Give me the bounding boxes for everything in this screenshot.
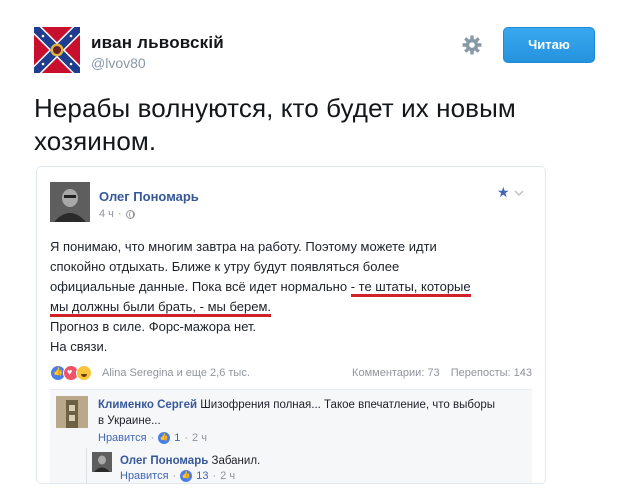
reply-author[interactable]: Олег Пономарь <box>120 455 208 467</box>
embedded-facebook-post: Олег Пономарь 4 ч · ★ Я понимаю, что мно… <box>36 166 546 484</box>
like-count-icon: 👍 <box>180 470 193 482</box>
post-line: спокойно отдыхать. Ближе к утру будут по… <box>50 259 400 274</box>
comment-body: в Украине... <box>98 415 161 427</box>
post-author-avatar[interactable] <box>50 182 90 222</box>
shares-count[interactable]: Перепосты: 143 <box>451 367 532 379</box>
highlighted-text: мы должны были брать, - мы берем. <box>50 299 272 317</box>
highlighted-text: - те штаты, которые <box>350 279 471 297</box>
like-link[interactable]: Нравится <box>98 432 147 444</box>
author-handle[interactable]: @lvov80 <box>91 55 146 71</box>
post-counts: Комментарии: 73 Перепосты: 143 <box>344 367 532 379</box>
globe-icon <box>125 209 135 219</box>
comments-count[interactable]: Комментарии: 73 <box>352 367 440 379</box>
reactions-summary[interactable]: Alina Seregina и еще 2,6 тыс. <box>102 367 250 379</box>
author-avatar[interactable] <box>34 27 80 73</box>
post-meta: 4 ч · <box>99 208 135 220</box>
reactions-icons[interactable] <box>50 365 92 381</box>
reply-text: Олег Пономарь Забанил. <box>120 453 520 469</box>
comment-body: Шизофрения полная... Такое впечатление, … <box>200 399 496 411</box>
post-line: официальные данные. Пока всё идет нормал… <box>50 277 530 297</box>
commenter-avatar[interactable] <box>56 396 88 428</box>
star-icon[interactable]: ★ <box>497 184 510 201</box>
like-link[interactable]: Нравится <box>120 470 169 482</box>
author-name[interactable]: иван львовскiй <box>91 33 224 53</box>
comment-time[interactable]: 2 ч <box>192 432 207 444</box>
like-count[interactable]: 1 <box>174 432 180 444</box>
post-line: Прогноз в силе. Форс-мажора нет. <box>50 319 257 334</box>
post-line: мы должны были брать, - мы берем. <box>50 297 530 317</box>
haha-reaction-icon <box>76 365 92 381</box>
dot-separator: · <box>117 208 122 220</box>
post-line: На связи. <box>50 339 108 354</box>
tweet-header: иван львовскiй @lvov80 Читаю <box>0 0 625 90</box>
post-time[interactable]: 4 ч <box>99 208 114 220</box>
post-stats: Alina Seregina и еще 2,6 тыс. Комментари… <box>50 365 532 383</box>
tweet-text: Нерабы волнуются, кто будет их новым хоз… <box>34 93 516 156</box>
confederate-flag-icon <box>34 27 80 73</box>
like-count-icon: 👍 <box>158 432 171 444</box>
post-author-name[interactable]: Олег Пономарь <box>99 189 199 204</box>
comment-text: Клименко Сергей Шизофрения полная... Так… <box>98 397 528 429</box>
comment-actions: Нравится · 👍 1 · 2 ч <box>98 432 207 444</box>
post-line: Я понимаю, что многим завтра на работу. … <box>50 239 437 254</box>
reply-time[interactable]: 2 ч <box>220 470 235 482</box>
reply-author-avatar[interactable] <box>92 452 112 472</box>
comment-author[interactable]: Клименко Сергей <box>98 399 197 411</box>
post-text: официальные данные. Пока всё идет нормал… <box>50 279 351 294</box>
gear-icon[interactable] <box>461 34 483 56</box>
follow-button[interactable]: Читаю <box>503 27 595 63</box>
like-count[interactable]: 13 <box>196 470 208 482</box>
reply-actions: Нравится · 👍 13 · 2 ч <box>120 470 236 482</box>
reply-body: Забанил. <box>211 455 261 467</box>
post-body: Я понимаю, что многим завтра на работу. … <box>50 237 530 357</box>
comments-section: Клименко Сергей Шизофрения полная... Так… <box>50 390 532 483</box>
reply-thread-line <box>86 448 87 483</box>
chevron-down-icon[interactable] <box>514 185 524 197</box>
